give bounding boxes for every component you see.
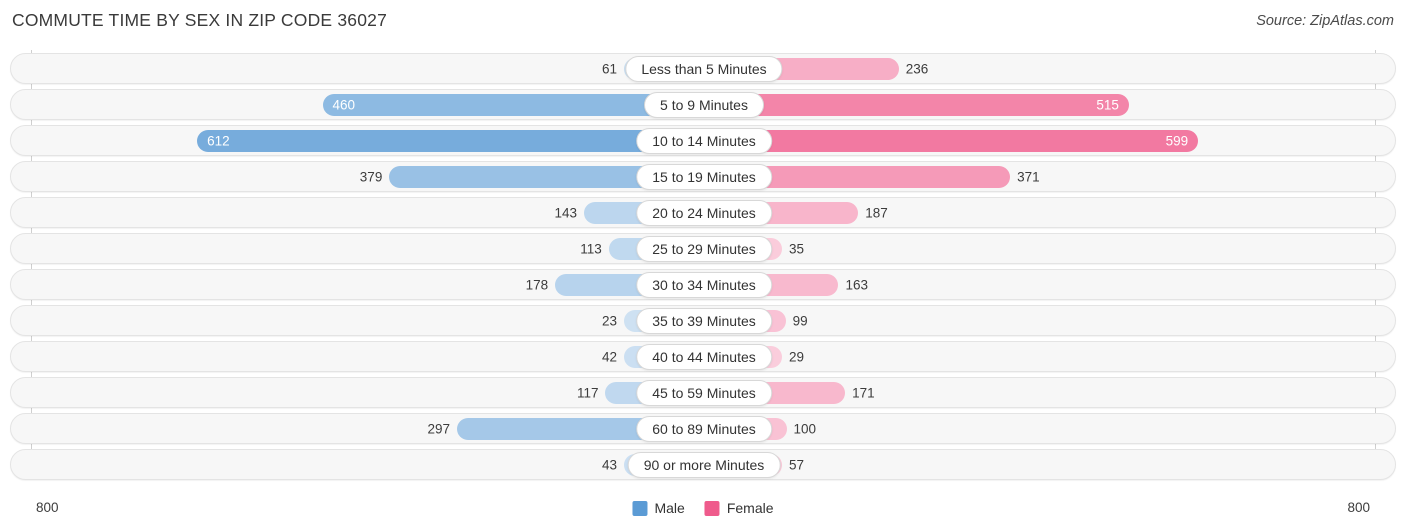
category-label: 90 or more Minutes [627, 451, 781, 478]
bar-female[interactable]: 515 [704, 93, 1129, 116]
category-label: 20 to 24 Minutes [636, 199, 772, 226]
bar-value-female: 99 [792, 313, 808, 328]
bar-value-female: 371 [1017, 169, 1040, 184]
table-row: 379 371 15 to 19 Minutes [10, 161, 1396, 192]
table-row: 117 171 45 to 59 Minutes [10, 377, 1396, 408]
category-label: 45 to 59 Minutes [636, 379, 772, 406]
bar-value-female: 35 [789, 241, 805, 256]
table-row: 61 236 Less than 5 Minutes [10, 53, 1396, 84]
bar-value-male: 43 [601, 457, 617, 472]
table-row: 143 187 20 to 24 Minutes [10, 197, 1396, 228]
category-label: 35 to 39 Minutes [636, 307, 772, 334]
category-label: 30 to 34 Minutes [636, 271, 772, 298]
legend-item-female[interactable]: Female [704, 500, 774, 516]
bar-value-female: 163 [845, 277, 868, 292]
bar-value-male: 117 [576, 385, 599, 400]
bar-value-male: 61 [601, 61, 617, 76]
legend-label-male: Male [654, 500, 685, 516]
bar-value-male: 379 [359, 169, 383, 184]
source-attribution: Source: ZipAtlas.com [1256, 13, 1394, 29]
legend-item-male[interactable]: Male [632, 500, 685, 516]
bar-value-female: 236 [905, 61, 929, 76]
bar-value-male: 143 [554, 205, 578, 220]
table-row: 42 29 40 to 44 Minutes [10, 341, 1396, 372]
bar-value-male: 297 [427, 421, 450, 436]
bar-value-female: 187 [865, 205, 888, 220]
chart-plot-area: 61 236 Less than 5 Minutes 460 515 5 to 9 Min… [0, 50, 1406, 488]
chart-page: COMMUTE TIME BY SEX IN ZIP CODE 36027 So… [0, 0, 1406, 523]
table-row: 612 599 10 to 14 Minutes [10, 125, 1396, 156]
bar-value-female: 515 [1096, 97, 1119, 112]
bar-value-female: 29 [789, 349, 805, 364]
bar-value-male: 23 [601, 313, 617, 328]
bar-value-female: 100 [793, 421, 817, 436]
category-label: 60 to 89 Minutes [636, 415, 772, 442]
legend-swatch-male-icon [632, 500, 648, 516]
chart-legend: Male Female [632, 500, 774, 516]
bar-value-female: 171 [852, 385, 875, 400]
category-label: 40 to 44 Minutes [636, 343, 772, 370]
axis-tick-right: 800 [1347, 500, 1370, 515]
table-row: 23 99 35 to 39 Minutes [10, 305, 1396, 336]
category-label: 25 to 29 Minutes [636, 235, 772, 262]
bar-value-female: 57 [789, 457, 805, 472]
category-label: Less than 5 Minutes [625, 55, 783, 82]
category-label: 5 to 9 Minutes [644, 91, 764, 118]
bar-value-male: 460 [332, 97, 356, 112]
table-row: 460 515 5 to 9 Minutes [10, 89, 1396, 120]
bar-value-male: 178 [525, 277, 549, 292]
bar-value-female: 599 [1165, 133, 1189, 148]
table-row: 297 100 60 to 89 Minutes [10, 413, 1396, 444]
category-label: 10 to 14 Minutes [636, 127, 772, 154]
bar-female[interactable]: 599 [704, 129, 1199, 152]
bar-value-male: 113 [580, 241, 602, 256]
bar-value-male: 42 [601, 349, 617, 364]
bar-value-male: 612 [207, 133, 230, 148]
category-label: 15 to 19 Minutes [636, 163, 772, 190]
table-row: 43 57 90 or more Minutes [10, 449, 1396, 480]
table-row: 178 163 30 to 34 Minutes [10, 269, 1396, 300]
bar-male[interactable]: 612 [197, 129, 702, 152]
axis-tick-left: 800 [36, 500, 59, 515]
legend-label-female: Female [726, 500, 774, 516]
page-title: COMMUTE TIME BY SEX IN ZIP CODE 36027 [12, 10, 388, 30]
table-row: 113 35 25 to 29 Minutes [10, 233, 1396, 264]
legend-swatch-female-icon [704, 500, 720, 516]
